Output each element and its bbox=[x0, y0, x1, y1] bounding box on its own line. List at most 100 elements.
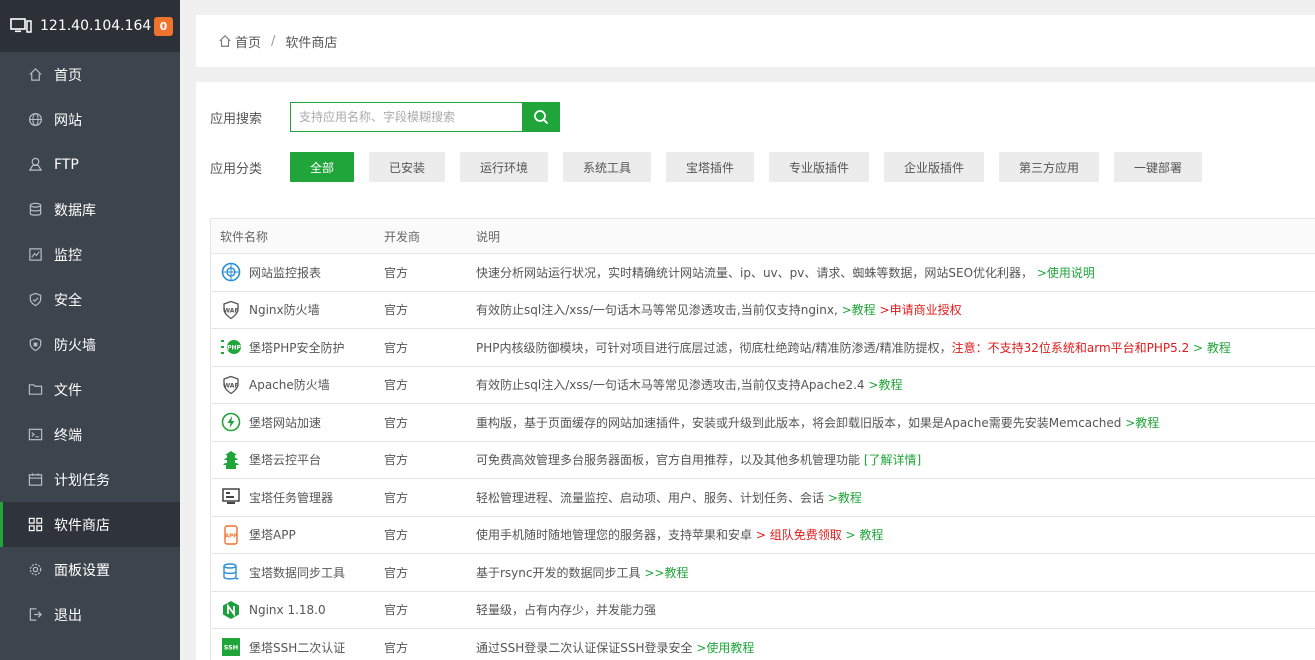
sidebar-item-files[interactable]: 文件 bbox=[0, 367, 180, 412]
software-name: 堡塔网站加速 bbox=[249, 415, 322, 430]
home-icon bbox=[219, 34, 231, 47]
software-description: 有效防止sql注入/xss/一句话木马等常见渗透攻击,当前仅支持Apache2.… bbox=[476, 378, 865, 393]
sidebar-item-software-store[interactable]: 软件商店 bbox=[0, 502, 180, 547]
app-icon: APP bbox=[220, 524, 242, 546]
software-description: 基于rsync开发的数据同步工具 bbox=[476, 565, 641, 580]
sidebar-item-website[interactable]: 网站 bbox=[0, 97, 180, 142]
table-row[interactable]: 宝塔数据同步工具 官方 基于rsync开发的数据同步工具 >>教程 bbox=[211, 554, 1315, 592]
software-store-panel: 应用搜索 应用分类 全部 已安装 运行环境 系统工具 宝塔插件 专业版插件 企业… bbox=[196, 82, 1315, 660]
table-row[interactable]: 宝塔任务管理器 官方 轻松管理进程、流量监控、启动项、用户、服务、计划任务、会话… bbox=[211, 479, 1315, 517]
tutorial-link[interactable]: >教程 bbox=[1125, 416, 1159, 430]
logout-icon bbox=[27, 607, 43, 623]
svg-text:WAF: WAF bbox=[223, 382, 238, 389]
usage-link[interactable]: >使用说明 bbox=[1037, 266, 1095, 280]
tutorial-link[interactable]: >教程 bbox=[828, 491, 862, 505]
table-row[interactable]: APP 堡塔APP 官方 使用手机随时随地管理您的服务器，支持苹果和安卓 > 组队… bbox=[211, 517, 1315, 554]
sidebar-item-label: 安全 bbox=[54, 292, 82, 309]
category-one-click-deploy[interactable]: 一键部署 bbox=[1114, 152, 1202, 182]
server-ip: 121.40.104.164 bbox=[40, 18, 152, 34]
software-description: 可免费高效管理多台服务器面板，官方自用推荐，以及其他多机管理功能 bbox=[476, 453, 861, 468]
data-sync-icon bbox=[220, 561, 242, 583]
header-description: 说明 bbox=[476, 229, 501, 244]
calendar-icon bbox=[27, 472, 43, 488]
category-all[interactable]: 全部 bbox=[290, 152, 354, 182]
table-row[interactable]: WAF Nginx防火墙 官方 有效防止sql注入/xss/一句话木马等常见渗透攻… bbox=[211, 292, 1315, 329]
breadcrumb-current: 软件商店 bbox=[285, 35, 338, 51]
search-row: 应用搜索 bbox=[210, 102, 560, 132]
search-button[interactable] bbox=[522, 102, 560, 132]
category-row: 应用分类 全部 已安装 运行环境 系统工具 宝塔插件 专业版插件 企业版插件 第… bbox=[210, 152, 1217, 182]
table-row[interactable]: SSH 堡塔SSH二次认证 官方 通过SSH登录二次认证保证SSH登录安全 >使用… bbox=[211, 629, 1315, 660]
sidebar-item-firewall[interactable]: 防火墙 bbox=[0, 322, 180, 367]
software-developer: 官方 bbox=[384, 640, 409, 655]
table-row[interactable]: 网站监控报表 官方 快速分析网站运行状况，实时精确统计网站流量、ip、uv、pv… bbox=[211, 254, 1315, 292]
breadcrumb-separator: / bbox=[271, 33, 276, 49]
sidebar-item-home[interactable]: 首页 bbox=[0, 52, 180, 97]
breadcrumb: 首页 / 软件商店 bbox=[196, 15, 1315, 67]
sidebar-menu: 首页 网站 FTP 数据库 监控 安全 防火墙 文件 终端 计划任务 软件商店 … bbox=[0, 52, 180, 637]
sidebar-item-label: 计划任务 bbox=[54, 472, 110, 489]
sidebar-item-settings[interactable]: 面板设置 bbox=[0, 547, 180, 592]
table-row[interactable]: WAF Apache防火墙 官方 有效防止sql注入/xss/一句话木马等常见渗透… bbox=[211, 367, 1315, 404]
terminal-icon bbox=[27, 427, 43, 443]
tutorial-link[interactable]: >>教程 bbox=[644, 566, 688, 580]
nginx-icon bbox=[220, 599, 242, 621]
sidebar-item-cron[interactable]: 计划任务 bbox=[0, 457, 180, 502]
tutorial-link[interactable]: >教程 bbox=[842, 303, 876, 317]
sidebar-item-ftp[interactable]: FTP bbox=[0, 142, 180, 187]
software-table: 软件名称 开发商 说明 网站监控报表 官方 快速分析网站运行状况，实时精确统计网… bbox=[210, 218, 1315, 660]
sidebar: 121.40.104.164 0 首页 网站 FTP 数据库 监控 安全 防火墙… bbox=[0, 0, 180, 660]
sidebar-item-monitor[interactable]: 监控 bbox=[0, 232, 180, 277]
lightning-icon bbox=[220, 411, 242, 433]
firewall-icon bbox=[27, 337, 43, 353]
tutorial-link[interactable]: >使用教程 bbox=[696, 641, 754, 655]
breadcrumb-home[interactable]: 首页 bbox=[235, 32, 261, 51]
category-runtime[interactable]: 运行环境 bbox=[460, 152, 548, 182]
pagoda-icon bbox=[220, 449, 242, 471]
category-installed[interactable]: 已安装 bbox=[369, 152, 445, 182]
table-row[interactable]: 堡塔云控平台 官方 可免费高效管理多台服务器面板，官方自用推荐，以及其他多机管理… bbox=[211, 442, 1315, 479]
software-name: 堡塔APP bbox=[249, 528, 296, 543]
software-name: Nginx防火墙 bbox=[249, 303, 320, 318]
sidebar-item-label: 数据库 bbox=[54, 202, 96, 219]
table-row[interactable]: Nginx 1.18.0 官方 轻量级，占有内存少，并发能力强 bbox=[211, 592, 1315, 629]
notification-badge[interactable]: 0 bbox=[154, 16, 173, 36]
globe-icon bbox=[27, 112, 43, 128]
sidebar-item-label: 监控 bbox=[54, 247, 82, 264]
sidebar-item-security[interactable]: 安全 bbox=[0, 277, 180, 322]
search-input[interactable] bbox=[290, 102, 522, 132]
software-name: 堡塔云控平台 bbox=[249, 453, 322, 468]
software-developer: 官方 bbox=[384, 528, 409, 543]
table-row[interactable]: PHP 堡塔PHP安全防护 官方 PHP内核级防御模块，可针对项目进行底层过滤，彻… bbox=[211, 329, 1315, 367]
category-system-tools[interactable]: 系统工具 bbox=[563, 152, 651, 182]
database-icon bbox=[27, 202, 43, 218]
ftp-icon bbox=[27, 157, 43, 173]
sidebar-item-logout[interactable]: 退出 bbox=[0, 592, 180, 637]
sidebar-item-label: 软件商店 bbox=[54, 517, 110, 534]
table-row[interactable]: 堡塔网站加速 官方 重构版，基于页面缓存的网站加速插件，安装或升级到此版本，将会… bbox=[211, 404, 1315, 442]
software-name: Nginx 1.18.0 bbox=[249, 602, 326, 617]
details-link[interactable]: [了解详情] bbox=[864, 453, 921, 467]
category-enterprise-plugins[interactable]: 企业版插件 bbox=[884, 152, 984, 182]
category-label: 应用分类 bbox=[210, 161, 263, 177]
category-bt-plugins[interactable]: 宝塔插件 bbox=[666, 152, 754, 182]
tutorial-link[interactable]: > 教程 bbox=[1193, 341, 1231, 355]
sidebar-item-terminal[interactable]: 终端 bbox=[0, 412, 180, 457]
svg-text:WAF: WAF bbox=[223, 307, 238, 314]
software-developer: 官方 bbox=[384, 303, 409, 318]
software-description: 轻松管理进程、流量监控、启动项、用户、服务、计划任务、会话 bbox=[476, 490, 825, 505]
free-offer-link[interactable]: > 组队免费领取 bbox=[756, 528, 842, 542]
category-pro-plugins[interactable]: 专业版插件 bbox=[769, 152, 869, 182]
software-description: 通过SSH登录二次认证保证SSH登录安全 bbox=[476, 640, 693, 655]
tutorial-link[interactable]: > 教程 bbox=[846, 528, 884, 542]
tutorial-link[interactable]: >教程 bbox=[868, 378, 902, 392]
category-third-party[interactable]: 第三方应用 bbox=[999, 152, 1099, 182]
search-label: 应用搜索 bbox=[210, 111, 263, 127]
software-developer: 官方 bbox=[384, 415, 409, 430]
sidebar-item-label: FTP bbox=[54, 156, 79, 173]
sidebar-item-database[interactable]: 数据库 bbox=[0, 187, 180, 232]
sidebar-item-label: 网站 bbox=[54, 112, 82, 129]
sidebar-item-label: 首页 bbox=[54, 67, 82, 84]
php-guard-icon: PHP bbox=[220, 336, 242, 358]
license-link[interactable]: >申请商业授权 bbox=[880, 303, 962, 317]
